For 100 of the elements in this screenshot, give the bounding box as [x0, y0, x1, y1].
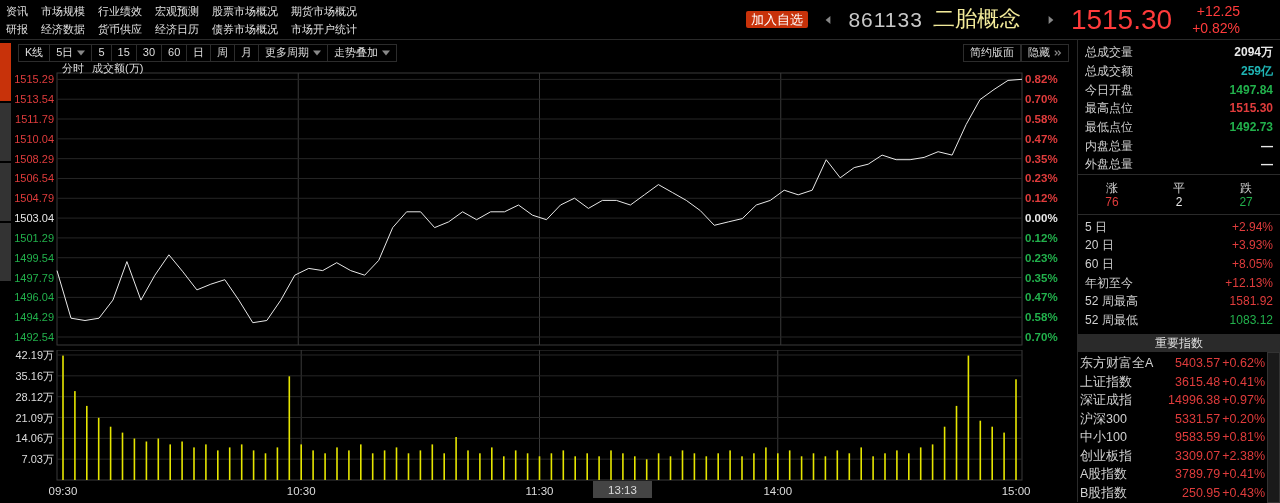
period-tab[interactable]: 5日	[50, 43, 93, 62]
volume-bar	[431, 444, 434, 480]
side-tab[interactable]	[0, 43, 11, 101]
period-tab[interactable]: 30	[136, 43, 163, 62]
chart-label: 分时	[62, 62, 84, 74]
percent-axis-label: 0.70%	[1025, 331, 1058, 343]
period-value: +3.93%	[1231, 238, 1273, 253]
stock-code: 861133	[848, 6, 923, 33]
percent-axis-label: 0.23%	[1025, 172, 1058, 185]
breadth-count: 2	[1174, 195, 1184, 210]
breadth-label: 平	[1172, 180, 1186, 196]
index-name: A股指数	[1080, 467, 1128, 483]
period-tab[interactable]: 5	[92, 43, 112, 62]
period-tab[interactable]: 走势叠加	[328, 43, 398, 62]
volume-bar	[681, 450, 684, 480]
y-axis-label: 1506.54	[14, 172, 54, 185]
side-tab[interactable]	[0, 163, 11, 221]
stat-label: 最高点位	[1085, 101, 1133, 116]
volume-bar	[228, 447, 231, 480]
nav-link[interactable]: 宏观预测	[155, 5, 199, 19]
time-axis-label: 10:30	[286, 485, 316, 497]
volume-bar	[812, 453, 815, 480]
y-axis-label: 1494.29	[14, 311, 54, 324]
stat-label: 最低点位	[1085, 119, 1133, 135]
period-value: +2.94%	[1231, 219, 1273, 235]
nav-link[interactable]: 货币供应	[98, 23, 142, 37]
breadth-label: 跌	[1239, 180, 1254, 196]
volume-bar	[645, 459, 648, 480]
index-change: +0.20%	[1222, 411, 1265, 427]
index-value: 14996.38	[1168, 393, 1221, 409]
nav-link[interactable]: 行业绩效	[98, 5, 142, 19]
nav-link[interactable]: 市场开户统计	[291, 23, 357, 37]
index-value: 250.95	[1182, 485, 1221, 501]
volume-bar	[121, 432, 124, 480]
index-name: 深证成指	[1080, 393, 1132, 409]
volume-bar	[133, 438, 136, 480]
index-name: 创业板指	[1080, 448, 1132, 464]
side-tab[interactable]	[0, 103, 11, 161]
index-change: +0.81%	[1222, 430, 1265, 446]
nav-link[interactable]: 市场规模	[41, 5, 85, 19]
percent-axis-label: 0.35%	[1025, 152, 1058, 165]
index-value: 9583.59	[1175, 430, 1221, 446]
period-tab[interactable]: 月	[235, 43, 260, 62]
volume-bar	[252, 450, 255, 480]
volume-bar	[276, 447, 279, 480]
nav-link[interactable]: 研报	[6, 23, 28, 37]
period-tab[interactable]: 周	[211, 43, 236, 62]
nav-link[interactable]: 期货市场概况	[291, 5, 357, 19]
time-axis-label: 11:30	[525, 485, 554, 497]
layout-button[interactable]: 简约版面	[963, 43, 1021, 62]
y-axis-label: 28.12万	[15, 390, 54, 403]
volume-bar	[848, 453, 851, 480]
period-tab[interactable]: 15	[111, 43, 137, 62]
index-value: 3309.07	[1175, 448, 1221, 464]
cursor-time-label: 13:13	[593, 481, 652, 498]
volume-bar	[419, 450, 422, 480]
last-price: 1515.30	[1070, 2, 1173, 37]
nav-link[interactable]: 经济数据	[41, 23, 85, 37]
percent-axis-label: 0.58%	[1025, 113, 1058, 125]
stat-value: —	[1261, 138, 1273, 153]
y-axis-label: 1511.79	[15, 113, 54, 125]
caret-icon	[77, 48, 86, 57]
y-axis-label: 1501.29	[14, 231, 54, 244]
percent-change: +0.82%	[1192, 19, 1240, 36]
nav-link[interactable]: 经济日历	[155, 23, 199, 37]
index-change: +0.43%	[1222, 485, 1265, 501]
y-axis-label: 1513.54	[14, 93, 54, 106]
period-value: +12.13%	[1225, 275, 1273, 291]
period-tab[interactable]: 更多周期	[259, 43, 329, 62]
period-tab[interactable]: 日	[187, 43, 212, 62]
volume-bar	[383, 450, 386, 480]
period-value: +8.05%	[1231, 257, 1273, 272]
index-change: +0.41%	[1222, 467, 1265, 483]
volume-bar	[788, 450, 791, 480]
stock-name: 二胎概念	[932, 6, 1021, 33]
stat-label: 总成交量	[1085, 45, 1133, 60]
nav-link[interactable]: 资讯	[6, 5, 28, 19]
stat-value: 1497.84	[1229, 82, 1273, 97]
breadth-count: 27	[1238, 195, 1254, 210]
period-tab[interactable]: K线	[18, 43, 51, 62]
volume-bar	[550, 453, 553, 480]
volume-bar	[693, 453, 696, 480]
caret-icon	[382, 48, 391, 57]
volume-bar	[931, 444, 934, 480]
side-tab[interactable]	[0, 223, 11, 281]
percent-axis-label: 0.12%	[1025, 192, 1058, 205]
stat-value: —	[1261, 157, 1273, 172]
nav-link[interactable]: 债券市场概况	[212, 23, 278, 37]
stat-value: 259亿	[1240, 63, 1273, 79]
y-axis-label: 1508.29	[14, 152, 54, 165]
scrollbar[interactable]	[1267, 351, 1280, 503]
add-watchlist-button[interactable]: 加入自选	[746, 10, 809, 29]
volume-bar	[705, 456, 708, 480]
period-label: 52 周最高	[1085, 294, 1138, 309]
nav-link[interactable]: 股票市场概况	[212, 5, 278, 19]
volume-bar	[836, 450, 839, 480]
layout-button[interactable]: 隐藏	[1021, 43, 1069, 62]
percent-axis-label: 0.82%	[1025, 73, 1058, 86]
volume-bar	[943, 426, 946, 480]
period-tab[interactable]: 60	[162, 43, 188, 62]
